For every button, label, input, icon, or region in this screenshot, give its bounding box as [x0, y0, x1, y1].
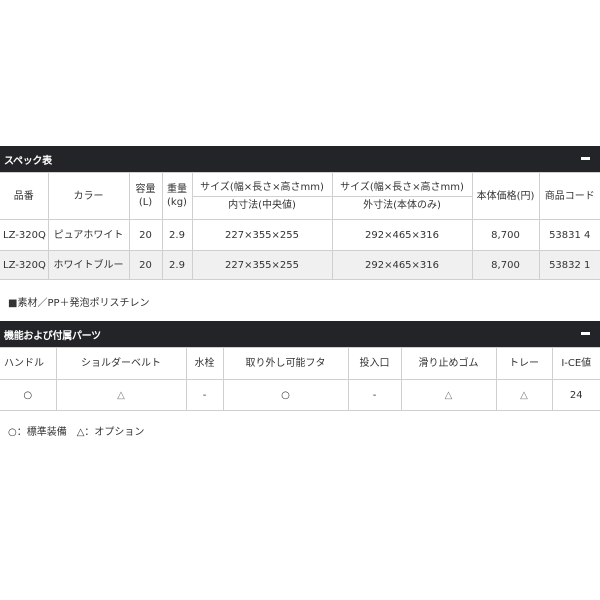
header-ice-value: I-CE値: [551, 347, 600, 380]
header-inlet: 投入口: [347, 347, 402, 380]
cell-removable-lid: ○: [222, 379, 349, 411]
features-table: ハンドル ショルダーベルト 水栓 取り外し可能フタ 投入口 滑り止めゴム トレー…: [0, 347, 600, 411]
cell-outer-size: 292×465×316: [331, 250, 473, 280]
cell-weight: 2.9: [161, 219, 193, 251]
header-weight-label: 重量: [167, 184, 187, 195]
header-outer-size: サイズ(幅×長さ×高さmm) 外寸法(本体のみ): [331, 172, 473, 220]
spec-section-header: スペック表: [0, 146, 600, 172]
legend-note: ○：標準装備 △：オプション: [8, 427, 145, 438]
header-inner-size: サイズ(幅×長さ×高さmm) 内寸法(中央値): [191, 172, 333, 220]
header-model: 品番: [0, 172, 49, 220]
header-capacity-unit: (L): [138, 197, 153, 208]
table-row: ○ △ - ○ - △ △ 24: [0, 379, 600, 411]
header-weight-unit: (kg): [167, 197, 187, 208]
cell-handle: ○: [0, 379, 57, 411]
header-inner-size-label: サイズ(幅×長さ×高さmm): [200, 181, 324, 193]
header-capacity-label: 容量: [135, 184, 156, 195]
header-capacity: 容量 (L): [128, 172, 163, 220]
header-tray: トレー: [495, 347, 553, 380]
header-code: 商品コード: [538, 172, 600, 220]
header-inner-size-sub: 内寸法(中央値): [193, 195, 331, 212]
cell-code: 53832 1: [538, 250, 600, 280]
cell-ice-value: 24: [551, 379, 600, 411]
header-handle: ハンドル: [0, 347, 57, 380]
cell-code: 53831 4: [538, 219, 600, 251]
features-section-header: 機能および付属パーツ: [0, 321, 600, 347]
table-row: LZ-320Q ピュアホワイト 20 2.9 227×355×255 292×4…: [0, 219, 600, 251]
header-outer-size-label: サイズ(幅×長さ×高さmm): [340, 181, 464, 193]
cell-price: 8,700: [471, 219, 540, 251]
cell-inlet: -: [347, 379, 402, 411]
cell-model: LZ-320Q: [0, 219, 49, 251]
header-removable-lid: 取り外し可能フタ: [222, 347, 349, 380]
cell-inner-size: 227×355×255: [191, 250, 333, 280]
cell-model: LZ-320Q: [0, 250, 49, 280]
table-row: LZ-320Q ホワイトブルー 20 2.9 227×355×255 292×4…: [0, 250, 600, 280]
cell-capacity: 20: [128, 219, 163, 251]
collapse-icon[interactable]: [581, 157, 590, 160]
cell-drain-plug: -: [185, 379, 224, 411]
cell-shoulder-belt: △: [55, 379, 187, 411]
cell-capacity: 20: [128, 250, 163, 280]
cell-tray: △: [495, 379, 553, 411]
header-shoulder-belt: ショルダーベルト: [55, 347, 187, 380]
cell-price: 8,700: [471, 250, 540, 280]
header-color: カラー: [47, 172, 130, 220]
header-weight: 重量 (kg): [161, 172, 193, 220]
collapse-icon[interactable]: [581, 332, 590, 335]
cell-color: ピュアホワイト: [47, 219, 130, 251]
header-anti-slip-rubber: 滑り止めゴム: [400, 347, 497, 380]
header-outer-size-sub: 外寸法(本体のみ): [333, 195, 471, 212]
cell-inner-size: 227×355×255: [191, 219, 333, 251]
cell-anti-slip-rubber: △: [400, 379, 497, 411]
spec-table: 品番 カラー 容量 (L) 重量 (kg) サイズ(幅×長さ×高さmm) 内寸法…: [0, 172, 600, 280]
cell-weight: 2.9: [161, 250, 193, 280]
features-section-title: 機能および付属パーツ: [4, 331, 101, 342]
spec-section-title: スペック表: [4, 156, 52, 167]
cell-outer-size: 292×465×316: [331, 219, 473, 251]
cell-color: ホワイトブルー: [47, 250, 130, 280]
header-drain-plug: 水栓: [185, 347, 224, 380]
header-price: 本体価格(円): [471, 172, 540, 220]
material-note: ■素材／PP＋発泡ポリスチレン: [8, 298, 150, 309]
